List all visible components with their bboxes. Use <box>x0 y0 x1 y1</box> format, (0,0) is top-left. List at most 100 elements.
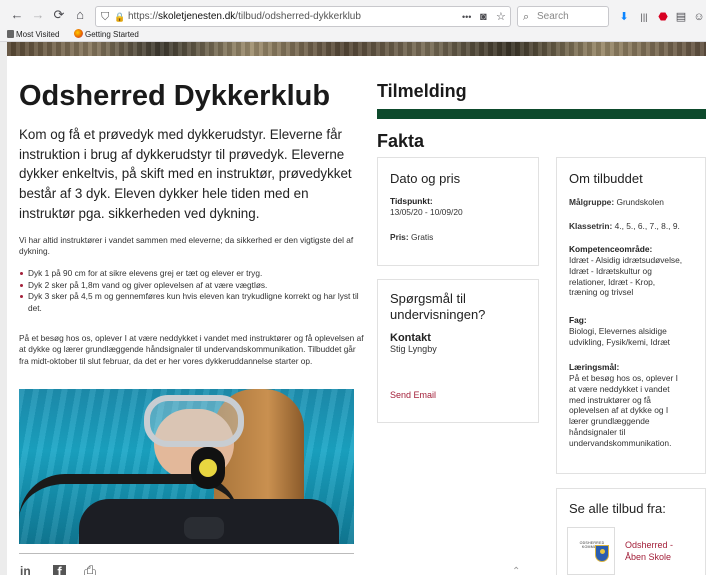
navigation-toolbar: ← → ⟳ ⌂ ⛉ 🔒 https://skoletjenesten.dk/ti… <box>0 3 706 29</box>
card-title: Spørgsmål til undervisningen? <box>390 291 485 323</box>
price-value: Gratis <box>410 232 434 242</box>
grade-label: Klassetrin: <box>569 221 613 231</box>
facebook-icon[interactable]: f <box>53 565 66 575</box>
photo-regulator-dot <box>199 459 217 477</box>
target-group-value: Grundskolen <box>616 197 664 207</box>
photo-tank <box>184 517 224 539</box>
search-bar[interactable]: ⌕ Search <box>517 6 609 27</box>
competence-line: træning og trivsel <box>569 287 634 298</box>
learning-line: På et besøg hos os, oplever I <box>569 373 678 383</box>
sidebar-icon[interactable]: ▤ <box>673 9 689 25</box>
body-paragraph-visit: På et besøg hos os, oplever I at være ne… <box>19 333 364 366</box>
list-item: Dyk 2 sker på 1,8m vand og giver oplevel… <box>19 280 364 292</box>
target-group-label: Målgruppe: <box>569 197 615 207</box>
page-left-edge <box>0 42 7 575</box>
price-label: Pris: <box>390 232 409 242</box>
lead-paragraph: Kom og få et prøvedyk med dykkerudstyr. … <box>19 127 352 221</box>
url-bar[interactable]: ⛉ 🔒 https://skoletjenesten.dk/tilbud/ods… <box>95 6 511 27</box>
competence-value: Idræt - Alsidig idrætsudøvelse, Idræt - … <box>569 255 682 298</box>
date-price-card: Dato og pris Tidspunkt: 13/05/20 - 10/09… <box>377 157 539 266</box>
adblock-icon[interactable]: ⬣ <box>655 9 671 25</box>
learning-line: at være neddykket i vandet <box>569 383 670 394</box>
diver-photo <box>19 389 354 544</box>
photo-mask <box>144 395 244 447</box>
url-text[interactable]: https://skoletjenesten.dk/tilbud/odsherr… <box>128 7 361 26</box>
divider <box>19 553 354 554</box>
price-row: Pris: Gratis <box>390 232 433 243</box>
tracking-shield-icon[interactable]: ⛉ <box>101 8 109 26</box>
questions-title-line: Spørgsmål til <box>390 291 466 306</box>
bookmark-label: Getting Started <box>85 30 139 39</box>
bookmark-getting-started[interactable]: Getting Started <box>74 29 139 41</box>
learning-line: lærer grundlæggende <box>569 416 650 427</box>
bookmark-label: Most Visited <box>16 30 60 39</box>
grade-value: 4., 5., 6., 7., 8., 9. <box>614 221 680 231</box>
account-icon[interactable]: ☺ <box>691 9 706 25</box>
subject-line: udvikling, Fysik/kemi, Idræt <box>569 336 670 347</box>
print-icon[interactable]: ⎙ <box>84 564 96 575</box>
competence-label: Kompetenceområde: <box>569 244 653 254</box>
contact-name: Stig Lyngby <box>390 344 437 354</box>
all-offers-card: Se alle tilbud fra: ODSHERRED KOMMUNE Od… <box>556 488 706 575</box>
time-value: 13/05/20 - 10/09/20 <box>390 207 463 217</box>
send-email-link[interactable]: Send Email <box>390 390 436 401</box>
reload-icon[interactable]: ⟳ <box>50 6 68 24</box>
signup-heading: Tilmelding <box>377 81 467 101</box>
hero-texture <box>7 42 706 56</box>
list-item: Dyk 3 sker på 4,5 m og gennemføres kun h… <box>19 291 364 314</box>
competence-line: Idræt - Idrætskultur og <box>569 265 652 276</box>
learning-goal-value: På et besøg hos os, oplever I at være ne… <box>569 373 678 449</box>
scroll-top-icon[interactable]: ⌃ <box>512 566 520 575</box>
browser-chrome: ← → ⟳ ⌂ ⛉ 🔒 https://skoletjenesten.dk/ti… <box>0 0 706 42</box>
dive-list: Dyk 1 på 90 cm for at sikre elevens grej… <box>19 268 364 314</box>
questions-title-line: undervisningen? <box>390 307 486 322</box>
provider-link-line: Åben Skole <box>625 552 672 562</box>
signup-bar[interactable] <box>377 109 706 119</box>
card-title: Dato og pris <box>390 171 461 186</box>
back-icon[interactable]: ← <box>8 6 26 24</box>
competence-line: Idræt - Alsidig idrætsudøvelse, <box>569 255 683 265</box>
url-path: /tilbud/odsherred-dykkerklub <box>235 11 361 22</box>
learning-line: undervandskommunikation. <box>569 437 672 448</box>
offer-provider-link[interactable]: Odsherred - Åben Skole <box>625 539 673 563</box>
time-label: Tidspunkt: <box>390 196 433 206</box>
home-icon[interactable]: ⌂ <box>71 6 89 24</box>
search-icon: ⌕ <box>523 11 530 23</box>
learning-line: oplevelsen af at dykke og I <box>569 405 669 416</box>
gear-icon <box>7 30 14 38</box>
body-paragraph-safety: Vi har altid instruktører i vandet samme… <box>19 235 354 257</box>
municipality-logo[interactable]: ODSHERRED KOMMUNE <box>567 527 615 575</box>
forward-icon[interactable]: → <box>29 6 47 24</box>
competence-line: relationer, Idræt - Krop, <box>569 276 656 287</box>
card-title: Om tilbuddet <box>569 171 643 186</box>
download-icon[interactable]: ⬇ <box>616 9 632 25</box>
card-title: Se alle tilbud fra: <box>569 501 666 516</box>
search-placeholder: Search <box>537 11 569 22</box>
list-item: Dyk 1 på 90 cm for at sikre elevens grej… <box>19 268 364 280</box>
page-actions-icon[interactable]: ••• <box>462 8 471 26</box>
pocket-icon[interactable]: ◙ <box>480 8 487 26</box>
library-icon[interactable]: ||| <box>636 9 652 25</box>
learning-goal-label: Læringsmål: <box>569 362 620 372</box>
hero-image-strip <box>7 42 706 56</box>
subject-label: Fag: <box>569 315 587 325</box>
learning-line: med instruktører og få <box>569 394 651 405</box>
linkedin-icon[interactable]: in <box>20 565 31 575</box>
bookmark-star-icon[interactable]: ☆ <box>496 8 506 26</box>
subject-value: Biologi, Elevernes alsidige udvikling, F… <box>569 326 670 348</box>
facts-heading: Fakta <box>377 131 425 151</box>
coat-of-arms-icon <box>595 545 609 562</box>
contact-label: Kontakt <box>390 332 431 344</box>
about-offer-card: Om tilbuddet Målgruppe: Grundskolen Klas… <box>556 157 706 474</box>
target-group-row: Målgruppe: Grundskolen <box>569 197 664 208</box>
firefox-icon <box>74 29 83 38</box>
subject-line: Biologi, Elevernes alsidige <box>569 326 667 336</box>
provider-link-line: Odsherred - <box>625 540 674 550</box>
grade-row: Klassetrin: 4., 5., 6., 7., 8., 9. <box>569 221 680 232</box>
bookmarks-toolbar: Most Visited Getting Started <box>0 28 706 42</box>
lock-icon[interactable]: 🔒 <box>114 8 125 26</box>
questions-card: Spørgsmål til undervisningen? Kontakt Sti… <box>377 279 539 423</box>
page-title: Odsherred Dykkerklub <box>19 80 331 112</box>
bookmark-most-visited[interactable]: Most Visited <box>7 29 59 41</box>
learning-line: håndsignaler til <box>569 426 626 437</box>
